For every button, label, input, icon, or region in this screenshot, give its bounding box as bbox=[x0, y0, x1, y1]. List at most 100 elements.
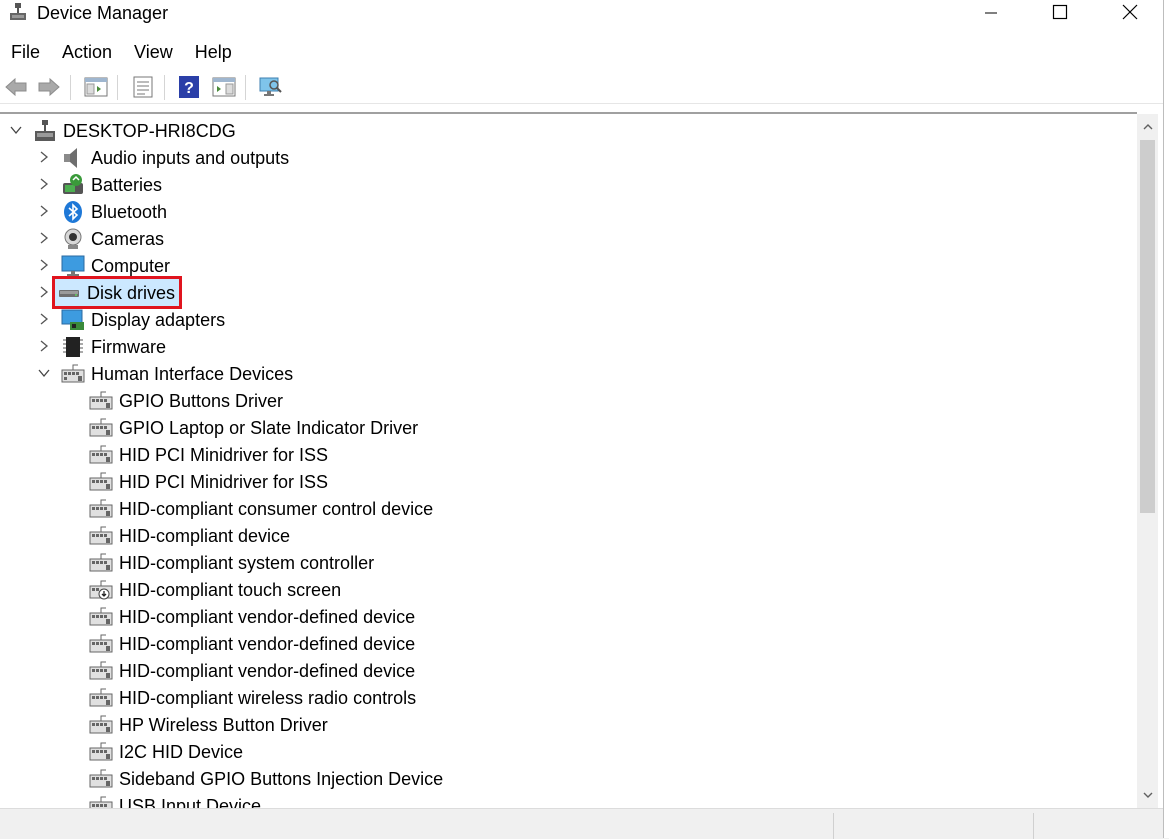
category-label: Audio inputs and outputs bbox=[91, 147, 290, 168]
device-label: HID-compliant consumer control device bbox=[119, 498, 434, 519]
chevron-down-icon[interactable] bbox=[37, 366, 51, 380]
category-cameras[interactable]: Cameras bbox=[61, 225, 164, 252]
hid-device-icon bbox=[89, 715, 113, 733]
device-item[interactable]: HID-compliant vendor-defined device bbox=[89, 603, 415, 630]
maximize-button[interactable] bbox=[1025, 0, 1095, 24]
chevron-right-icon[interactable] bbox=[37, 204, 51, 218]
device-item[interactable]: HID-compliant vendor-defined device bbox=[89, 630, 415, 657]
chevron-up-icon bbox=[1143, 124, 1152, 130]
category-disk-drives[interactable]: Disk drives bbox=[51, 276, 183, 309]
hid-device-icon bbox=[89, 634, 113, 652]
scroll-up-button[interactable] bbox=[1137, 114, 1158, 140]
root-label: DESKTOP-HRI8CDG bbox=[63, 120, 236, 141]
category-label: Bluetooth bbox=[91, 201, 168, 222]
device-label: HID-compliant vendor-defined device bbox=[119, 660, 416, 681]
toolbar-separator bbox=[117, 75, 118, 100]
close-button[interactable] bbox=[1095, 0, 1165, 24]
category-batteries[interactable]: Batteries bbox=[61, 171, 162, 198]
hid-device-icon bbox=[89, 742, 113, 760]
device-item[interactable]: I2C HID Device bbox=[89, 738, 243, 765]
chevron-right-icon[interactable] bbox=[37, 312, 51, 326]
device-item[interactable]: HID-compliant consumer control device bbox=[89, 495, 433, 522]
hid-device-icon bbox=[89, 661, 113, 679]
category-label: Firmware bbox=[91, 336, 166, 357]
vertical-scrollbar[interactable] bbox=[1137, 114, 1158, 808]
category-label: Batteries bbox=[91, 174, 163, 195]
category-label: Display adapters bbox=[91, 309, 226, 330]
device-label: HID-compliant wireless radio controls bbox=[119, 687, 417, 708]
chevron-right-icon[interactable] bbox=[37, 231, 51, 245]
chevron-right-icon[interactable] bbox=[37, 285, 51, 299]
category-label: Computer bbox=[91, 255, 171, 276]
device-item[interactable]: HID PCI Minidriver for ISS bbox=[89, 441, 328, 468]
hid-device-icon bbox=[89, 769, 113, 787]
window-title: Device Manager bbox=[37, 3, 169, 23]
scroll-down-button[interactable] bbox=[1137, 782, 1158, 808]
device-label: HID-compliant touch screen bbox=[119, 579, 342, 600]
chevron-down-icon[interactable] bbox=[9, 123, 23, 137]
scan-hardware-icon[interactable] bbox=[258, 75, 282, 99]
display-adapter-icon bbox=[61, 309, 84, 330]
chevron-right-icon[interactable] bbox=[37, 258, 51, 272]
device-item[interactable]: HID-compliant touch screen bbox=[89, 576, 341, 603]
toolbar-separator bbox=[164, 75, 165, 100]
menu-file[interactable]: File bbox=[0, 38, 51, 66]
device-item[interactable]: HID-compliant vendor-defined device bbox=[89, 657, 415, 684]
status-bar-divider bbox=[833, 813, 834, 839]
device-label: Sideband GPIO Buttons Injection Device bbox=[119, 768, 444, 789]
category-human-interface-devices[interactable]: Human Interface Devices bbox=[61, 360, 293, 387]
hid-device-icon bbox=[89, 472, 113, 490]
device-label: HID PCI Minidriver for ISS bbox=[119, 471, 329, 492]
bluetooth-icon bbox=[64, 200, 82, 223]
properties-icon[interactable] bbox=[131, 75, 155, 99]
menu-action[interactable]: Action bbox=[51, 38, 123, 66]
category-computer[interactable]: Computer bbox=[61, 252, 170, 279]
tree-root-computer[interactable]: DESKTOP-HRI8CDG bbox=[33, 117, 236, 144]
title-bar: Device Manager bbox=[0, 0, 1169, 32]
device-item[interactable]: HID-compliant wireless radio controls bbox=[89, 684, 416, 711]
status-bar bbox=[0, 808, 1169, 839]
device-tree: DESKTOP-HRI8CDG Audio inputs and outputs… bbox=[0, 112, 1137, 810]
chevron-right-icon[interactable] bbox=[37, 150, 51, 164]
category-audio[interactable]: Audio inputs and outputs bbox=[61, 144, 289, 171]
device-label: HID-compliant system controller bbox=[119, 552, 375, 573]
hid-device-icon bbox=[89, 391, 113, 409]
show-hide-console-tree-icon[interactable] bbox=[84, 75, 108, 99]
action-pane-icon[interactable] bbox=[212, 75, 236, 99]
category-bluetooth[interactable]: Bluetooth bbox=[61, 198, 167, 225]
window-right-edge bbox=[1163, 0, 1169, 838]
minimize-icon bbox=[985, 12, 997, 14]
device-item[interactable]: GPIO Laptop or Slate Indicator Driver bbox=[89, 414, 418, 441]
device-item[interactable]: HID PCI Minidriver for ISS bbox=[89, 468, 328, 495]
forward-icon[interactable] bbox=[37, 75, 61, 99]
device-label: GPIO Laptop or Slate Indicator Driver bbox=[119, 417, 419, 438]
device-label: GPIO Buttons Driver bbox=[119, 390, 284, 411]
monitor-icon bbox=[61, 255, 85, 276]
hid-device-icon bbox=[89, 526, 113, 544]
category-label: Human Interface Devices bbox=[91, 363, 294, 384]
device-item[interactable]: Sideband GPIO Buttons Injection Device bbox=[89, 765, 443, 792]
toolbar-separator bbox=[70, 75, 71, 100]
category-firmware[interactable]: Firmware bbox=[61, 333, 166, 360]
toolbar: ? bbox=[0, 71, 1169, 104]
help-icon[interactable]: ? bbox=[177, 75, 201, 99]
device-item[interactable]: HP Wireless Button Driver bbox=[89, 711, 328, 738]
menu-view[interactable]: View bbox=[123, 38, 184, 66]
device-item[interactable]: HID-compliant device bbox=[89, 522, 290, 549]
speaker-icon bbox=[64, 147, 77, 168]
device-item[interactable]: GPIO Buttons Driver bbox=[89, 387, 283, 414]
device-label: HID PCI Minidriver for ISS bbox=[119, 444, 329, 465]
device-item[interactable]: HID-compliant system controller bbox=[89, 549, 374, 576]
menu-help[interactable]: Help bbox=[184, 38, 243, 66]
back-icon[interactable] bbox=[4, 75, 28, 99]
minimize-button[interactable] bbox=[956, 0, 1026, 24]
category-display-adapters[interactable]: Display adapters bbox=[61, 306, 225, 333]
chevron-right-icon[interactable] bbox=[37, 339, 51, 353]
firmware-chip-icon bbox=[63, 336, 83, 357]
chevron-right-icon[interactable] bbox=[37, 177, 51, 191]
hid-icon bbox=[61, 364, 85, 382]
battery-icon bbox=[63, 173, 83, 194]
menu-bar: File Action View Help bbox=[0, 38, 243, 66]
scroll-thumb[interactable] bbox=[1140, 140, 1155, 513]
category-label: Cameras bbox=[91, 228, 165, 249]
